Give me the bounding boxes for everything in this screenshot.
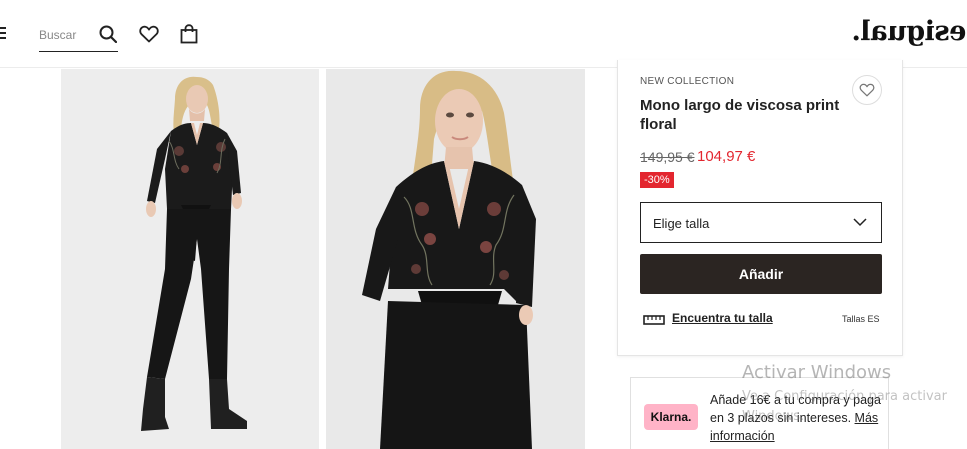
size-select-label: Elige talla — [653, 216, 710, 231]
windows-watermark-subtitle: Ve a Configuración para activar Windows. — [742, 389, 947, 424]
menu-icon[interactable] — [0, 27, 6, 39]
brand-logo[interactable]: Desigual. — [852, 16, 967, 47]
windows-watermark-title: Activar Windows — [742, 362, 892, 383]
model-closeup-illustration — [326, 69, 585, 449]
size-select[interactable]: Elige talla — [640, 202, 882, 243]
find-your-size-link[interactable]: Encuentra tu talla — [672, 311, 773, 325]
original-price: 149,95 € — [640, 149, 695, 165]
collection-label: NEW COLLECTION — [640, 76, 735, 87]
product-info-card: NEW COLLECTION Mono largo de viscosa pri… — [617, 60, 903, 356]
discount-badge: -30% — [640, 172, 674, 188]
model-full-body-illustration — [61, 69, 319, 449]
wishlist-heart-icon[interactable] — [139, 25, 159, 43]
chevron-down-icon — [853, 218, 867, 227]
shopping-bag-icon[interactable] — [180, 24, 198, 44]
site-header: Desigual. — [0, 0, 967, 68]
klarna-logo: Klarna. — [644, 404, 698, 430]
size-system-label: Tallas ES — [842, 314, 880, 324]
search-input[interactable] — [39, 24, 94, 46]
product-image-full-body[interactable] — [61, 69, 319, 449]
product-title: Mono largo de viscosa print floral — [640, 97, 840, 133]
search-bar — [39, 22, 118, 52]
add-to-cart-button[interactable]: Añadir — [640, 254, 882, 294]
search-icon[interactable] — [99, 25, 117, 43]
add-to-wishlist-button[interactable] — [852, 75, 882, 105]
ruler-icon — [643, 315, 665, 325]
product-image-closeup[interactable] — [326, 69, 585, 449]
sale-price: 104,97 € — [697, 148, 756, 165]
heart-icon — [859, 83, 875, 97]
